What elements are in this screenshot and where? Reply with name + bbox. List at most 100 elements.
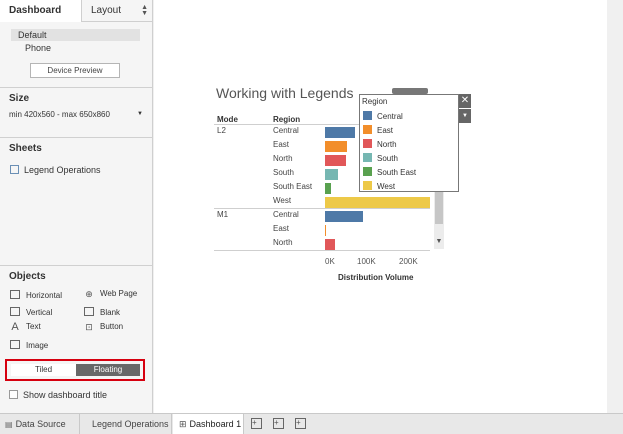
column-header-region: Region	[273, 115, 301, 124]
tab-label: Dashboard 1	[189, 419, 242, 429]
object-label: Blank	[100, 308, 121, 317]
region-label: North	[273, 154, 293, 163]
region-label: Central	[273, 210, 299, 219]
region-label: East	[273, 140, 290, 149]
tab-layout[interactable]: Layout ▲ ▼	[83, 0, 153, 22]
legend-item[interactable]: Central	[363, 110, 403, 121]
legend-item-label: West	[377, 182, 396, 191]
tiled-button[interactable]: Tiled	[11, 364, 76, 376]
sheets-title: Sheets	[9, 143, 42, 154]
tab-data-source[interactable]: ▤ Data Source	[0, 414, 80, 434]
legend-item-label: South	[377, 154, 398, 163]
legend-item-label: North	[377, 140, 397, 149]
x-tick-label: 100K	[357, 257, 376, 266]
show-title-label: Show dashboard title	[23, 390, 108, 400]
legend-item-label: Central	[377, 112, 403, 121]
color-swatch	[363, 125, 372, 134]
axis-divider	[214, 250, 430, 251]
panel-tabs: Dashboard Layout ▲ ▼	[0, 0, 153, 22]
button-icon: ⊡	[85, 322, 93, 332]
bar[interactable]	[325, 154, 346, 166]
floating-button[interactable]: Floating	[76, 364, 140, 376]
bar[interactable]	[325, 210, 364, 222]
new-dashboard-icon[interactable]: +	[273, 418, 284, 429]
region-label: South	[273, 168, 294, 177]
close-icon[interactable]: ✕	[459, 94, 471, 108]
bar[interactable]	[325, 196, 431, 208]
object-horizontal[interactable]: Horizontal	[10, 289, 62, 300]
tab-layout-label: Layout	[91, 5, 122, 16]
more-options-icon[interactable]: ▼	[459, 109, 471, 123]
vertical-container-icon	[10, 307, 20, 316]
bar[interactable]	[325, 140, 347, 152]
scroll-down-arrow[interactable]: ▼	[434, 238, 444, 245]
object-label: Text	[26, 322, 41, 331]
legend-item[interactable]: West	[363, 180, 395, 191]
sheet-item-label: Legend Operations	[24, 165, 101, 175]
device-preview-button[interactable]: Device Preview	[30, 63, 120, 78]
size-dropdown[interactable]: min 420x560 - max 650x860 ▼	[9, 110, 143, 119]
dashboard-canvas: Working with Legends Mode Region L2 M1 C…	[154, 0, 607, 413]
tab-label: Data Source	[15, 419, 66, 429]
worksheet-title: Working with Legends	[216, 85, 354, 101]
divider	[0, 265, 153, 266]
new-worksheet-icon[interactable]: +	[251, 418, 262, 429]
region-label: North	[273, 238, 293, 247]
color-swatch	[363, 153, 372, 162]
color-swatch	[363, 111, 372, 120]
object-image[interactable]: Image	[10, 339, 48, 350]
device-phone[interactable]: Phone	[25, 43, 51, 53]
image-icon	[10, 340, 20, 349]
divider	[0, 137, 153, 138]
device-default[interactable]: Default	[11, 29, 140, 41]
object-web-page[interactable]: ⊕ Web Page	[84, 289, 137, 299]
database-icon: ▤	[5, 420, 13, 429]
object-blank[interactable]: Blank	[84, 306, 120, 317]
globe-icon: ⊕	[85, 289, 93, 299]
object-vertical[interactable]: Vertical	[10, 306, 52, 317]
legend-item-label: South East	[377, 168, 417, 177]
tab-dashboard[interactable]: Dashboard	[0, 0, 82, 22]
legend-item[interactable]: North	[363, 138, 397, 149]
bar[interactable]	[325, 182, 332, 194]
legend-item[interactable]: East	[363, 124, 393, 135]
tab-legend-operations[interactable]: Legend Operations	[81, 414, 172, 434]
spin-arrows-icon: ▲ ▼	[141, 4, 148, 17]
bar[interactable]	[325, 168, 339, 180]
tab-dashboard-1[interactable]: ⊞ Dashboard 1	[173, 414, 244, 434]
objects-title: Objects	[9, 271, 46, 282]
object-label: Image	[26, 341, 49, 350]
mode-label: L2	[217, 126, 226, 135]
pane-divider	[214, 208, 430, 209]
legend-item[interactable]: South	[363, 152, 398, 163]
bar[interactable]	[325, 126, 355, 138]
region-label: South East	[273, 182, 313, 191]
region-label: West	[273, 196, 292, 205]
text-icon: A	[11, 321, 19, 333]
bar[interactable]	[325, 224, 326, 236]
legend-item-label: East	[377, 126, 394, 135]
show-dashboard-title-checkbox[interactable]: Show dashboard title	[9, 389, 107, 400]
new-story-icon[interactable]: +	[295, 418, 306, 429]
divider	[0, 87, 153, 88]
region-label: East	[273, 224, 290, 233]
object-label: Vertical	[26, 308, 53, 317]
column-header-mode: Mode	[217, 115, 238, 124]
x-axis-title: Distribution Volume	[338, 273, 414, 282]
legend-item[interactable]: South East	[363, 166, 416, 177]
sheet-tab-bar: ▤ Data Source Legend Operations ⊞ Dashboar…	[0, 413, 623, 434]
object-text[interactable]: A Text	[10, 321, 41, 333]
x-tick-label: 0K	[325, 257, 335, 266]
bar[interactable]	[325, 238, 335, 250]
mode-label: M1	[217, 210, 229, 219]
sheet-item-legend-operations[interactable]: Legend Operations	[10, 164, 101, 175]
blank-icon	[84, 307, 94, 316]
legend-title: Region	[362, 97, 388, 106]
object-label: Button	[100, 322, 124, 331]
chevron-down-icon: ▼	[137, 111, 143, 117]
size-value: min 420x560 - max 650x860	[9, 110, 110, 119]
region-legend[interactable]: Region Central East North South South East We…	[359, 94, 459, 192]
color-swatch	[363, 139, 372, 148]
object-button[interactable]: ⊡ Button	[84, 322, 124, 332]
x-tick-label: 200K	[399, 257, 418, 266]
